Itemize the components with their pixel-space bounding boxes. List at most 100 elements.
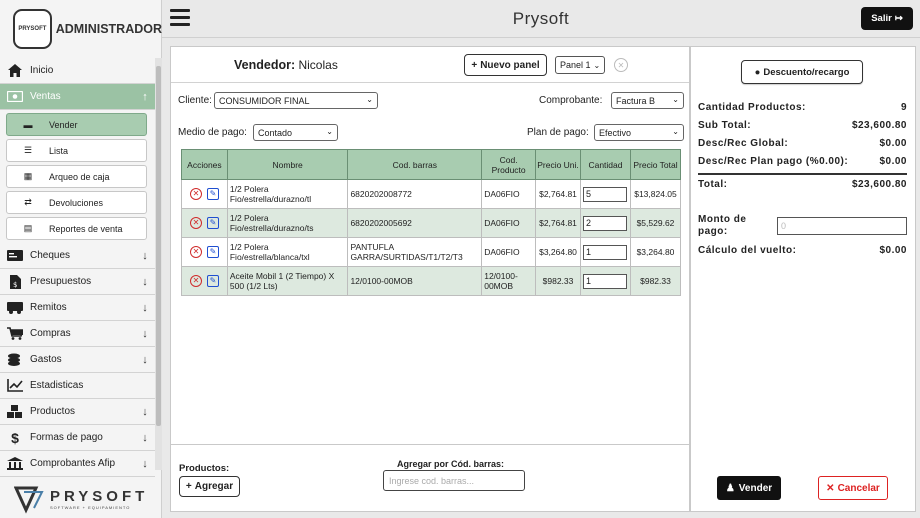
cod-barras-cell: 6820202008772 (347, 179, 483, 209)
user-tag-icon: ● (754, 66, 761, 78)
sidebar-item-ventas[interactable]: Ventas ↑ (0, 84, 155, 110)
sidebar-subitem-reportes[interactable]: ▤ Reportes de venta (6, 217, 147, 240)
divider (698, 173, 907, 175)
cantidad-input[interactable]: 5 (583, 186, 627, 202)
cantidad-cell: 1 (580, 237, 631, 267)
salir-button[interactable]: Salir ↦ (861, 7, 913, 30)
vender-button[interactable]: ♟ Vender (717, 476, 781, 500)
agregar-cb-label: Agregar por Cód. barras: (397, 459, 505, 469)
sidebar-subitem-devoluciones[interactable]: ⇄ Devoluciones (6, 191, 147, 214)
sidebar-item-compras[interactable]: Compras ↓ (0, 321, 155, 347)
vendor-label: Vendedor: (234, 58, 296, 72)
vuelto-value: $0.00 (879, 245, 907, 256)
scrollbar-thumb[interactable] (156, 66, 161, 426)
cantidad-input[interactable]: 1 (583, 273, 627, 289)
actions-cell: ✕ ✎ (181, 266, 228, 296)
agregar-button[interactable]: + Agregar (179, 476, 240, 497)
edit-icon[interactable]: ✎ (206, 275, 219, 287)
monto-label: Monto de pago: (698, 214, 747, 237)
summary-label: Sub Total: (698, 120, 752, 131)
report-icon: ▤ (23, 223, 33, 233)
edit-icon[interactable]: ✎ (206, 246, 219, 258)
precio-total-cell: $5,529.62 (629, 208, 682, 238)
plan-pago-select[interactable]: Efectivo ⌄ (594, 124, 684, 141)
summary-row: Cantidad Productos: 9 (698, 102, 907, 113)
app-logo[interactable]: PRYSOFT (13, 9, 52, 49)
chevron-down-icon: ⌄ (593, 60, 601, 70)
sidebar-item-label: Presupuestos (30, 276, 92, 287)
precio-total-cell: $3,264.80 (629, 237, 682, 267)
nombre-cell: 1/2 Polera Fio/estrella/durazno/tl (226, 179, 349, 209)
arrow-down-icon: ↓ (142, 353, 148, 366)
medio-pago-select[interactable]: Contado ⌄ (253, 124, 338, 141)
sidebar-item-presupuestos[interactable]: $ Presupuestos ↓ (0, 269, 155, 295)
barcode-input[interactable]: Ingrese cod. barras... (383, 470, 525, 491)
sidebar-item-formas-pago[interactable]: $ Formas de pago ↓ (0, 425, 155, 451)
money-icon: ▬ (23, 119, 33, 130)
sidebar-subitem-label: Vender (49, 119, 78, 130)
sidebar-item-remitos[interactable]: Remitos ↓ (0, 295, 155, 321)
medio-pago-label: Medio de pago: (178, 127, 247, 138)
sidebar-item-inicio[interactable]: Inicio (0, 58, 155, 84)
sidebar-subitem-arqueo[interactable]: ▦ Arqueo de caja (6, 165, 147, 188)
cliente-select[interactable]: CONSUMIDOR FINAL ⌄ (214, 92, 378, 109)
cantidad-input[interactable]: 2 (583, 215, 627, 231)
monto-input[interactable]: 0 (777, 217, 907, 235)
comprobante-select[interactable]: Factura B ⌄ (611, 92, 684, 109)
chart-line-icon (6, 379, 24, 393)
delete-icon[interactable]: ✕ (189, 217, 202, 229)
close-panel-icon[interactable]: ✕ (614, 58, 628, 72)
sale-panel: Vendedor: Nicolas + Nuevo panel Panel 1 … (170, 46, 690, 512)
sidebar-item-label: Estadisticas (30, 380, 84, 391)
edit-icon[interactable]: ✎ (206, 188, 219, 200)
actions-cell: ✕ ✎ (181, 179, 228, 209)
chevron-down-icon: ⌄ (672, 127, 679, 136)
prysoft-mark-icon (13, 484, 44, 514)
descuento-label: Descuento/recargo (763, 66, 850, 78)
productos-label: Productos: (179, 463, 230, 474)
cantidad-cell: 5 (580, 179, 631, 209)
panel-select[interactable]: Panel 1 ⌄ (555, 56, 605, 74)
cantidad-input[interactable]: 1 (583, 244, 627, 260)
cancelar-button[interactable]: ✕ Cancelar (818, 476, 888, 500)
sidebar-item-productos[interactable]: Productos ↓ (0, 399, 155, 425)
plan-pago-label: Plan de pago: (527, 127, 589, 138)
arrow-down-icon: ↓ (142, 301, 148, 314)
sidebar-scrollbar[interactable] (155, 58, 162, 470)
descuento-recargo-button[interactable]: ● Descuento/recargo (741, 60, 863, 84)
precio-total-cell: $13,824.05 (629, 179, 682, 209)
medio-pago-select-value: Contado (258, 127, 293, 138)
sidebar-item-cheques[interactable]: Cheques ↓ (0, 243, 155, 269)
sidebar-item-gastos[interactable]: Gastos ↓ (0, 347, 155, 373)
cancelar-label: Cancelar (837, 482, 880, 494)
delete-icon[interactable]: ✕ (189, 246, 202, 258)
precio-uni-cell: $982.33 (535, 266, 581, 296)
summary-row: Desc/Rec Plan pago (%0.00): $0.00 (698, 156, 907, 167)
comprobante-label: Comprobante: (539, 95, 603, 106)
column-header: Precio Uni. (535, 149, 581, 180)
vuelto-label: Cálculo del vuelto: (698, 245, 797, 256)
comprobante-select-value: Factura B (616, 95, 656, 106)
chevron-down-icon: ⌄ (366, 95, 373, 104)
table-header-row: Acciones Nombre Cod. barras Cod. Product… (181, 149, 682, 180)
summary-label: Cantidad Productos: (698, 102, 806, 113)
delete-icon[interactable]: ✕ (189, 188, 202, 200)
sidebar-item-estadisticas[interactable]: Estadisticas (0, 373, 155, 399)
edit-icon[interactable]: ✎ (206, 217, 219, 229)
nuevo-panel-button[interactable]: + Nuevo panel (464, 54, 547, 76)
delete-icon[interactable]: ✕ (189, 275, 202, 287)
actions-cell: ✕ ✎ (181, 237, 228, 267)
logo-text: PRYSOFT (18, 26, 47, 32)
sidebar-item-comprobantes-afip[interactable]: Comprobantes Afip ↓ (0, 451, 155, 477)
precio-total-cell: $982.33 (629, 266, 682, 296)
svg-text:$: $ (13, 281, 17, 289)
dollar-icon: $ (11, 429, 19, 446)
topbar: Prysoft Salir ↦ (162, 0, 920, 38)
exchange-icon: ⇄ (24, 197, 32, 207)
nuevo-panel-label: Nuevo panel (480, 59, 540, 71)
summary-row: Desc/Rec Global: $0.00 (698, 138, 907, 149)
sidebar-subitem-vender[interactable]: ▬ Vender (6, 113, 147, 136)
sidebar: PRYSOFT ADMINISTRADOR Inicio Ventas ↑ ▬ … (0, 0, 162, 518)
cantidad-cell: 2 (580, 208, 631, 238)
sidebar-subitem-lista[interactable]: ☰ Lista (6, 139, 147, 162)
